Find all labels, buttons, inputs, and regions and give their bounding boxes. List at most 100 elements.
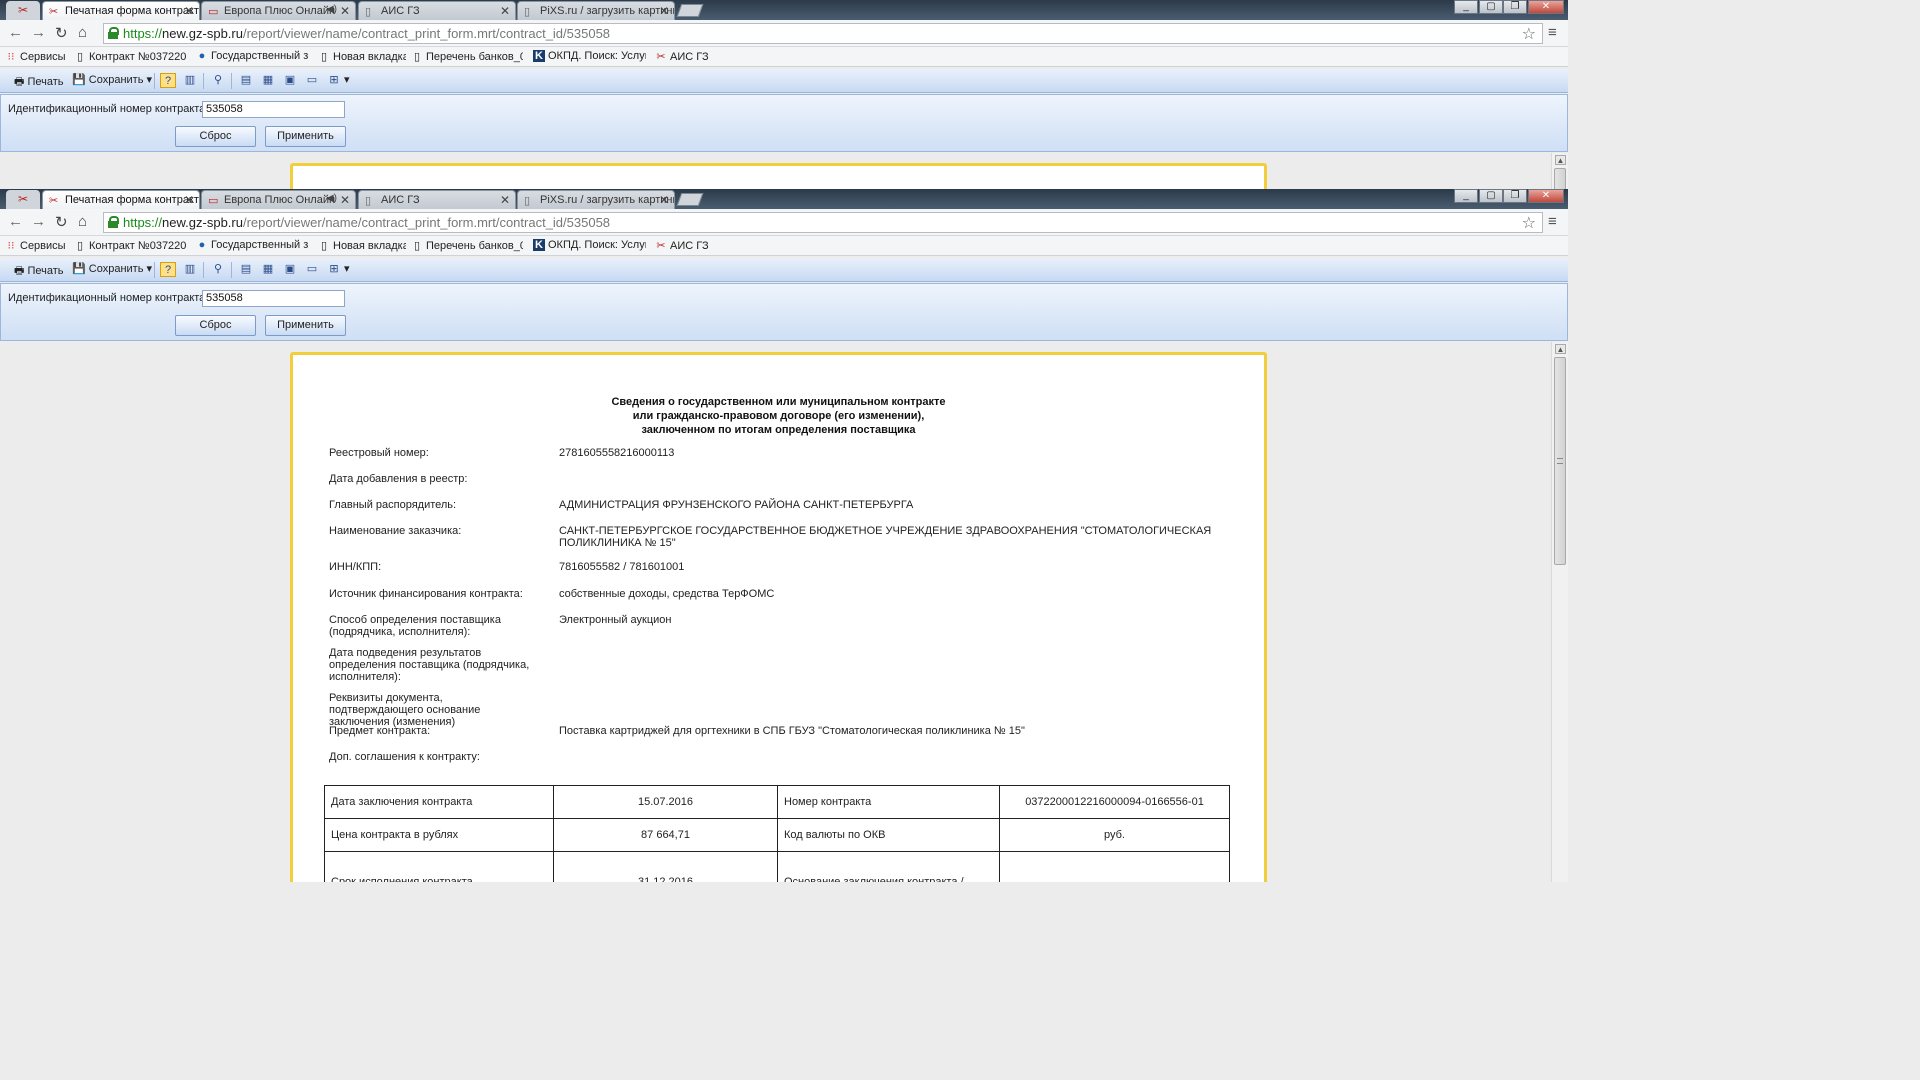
report-page xyxy=(290,163,1267,189)
bookmark-gos-zakaz[interactable]: ●Государственный заказ xyxy=(196,50,308,62)
parameters-panel: Идентификационный номер контракта 535058… xyxy=(0,283,1568,341)
multi-page-icon[interactable]: ▣ xyxy=(282,262,298,277)
user-button[interactable]: ▢ xyxy=(1479,189,1503,203)
zoom-icon[interactable]: ⊞ xyxy=(326,73,342,88)
back-icon[interactable]: ← xyxy=(8,213,23,230)
tab-europa-plus[interactable]: ▭ Европа Плюс Онлайн ◀) ✕ xyxy=(201,1,356,20)
find-icon[interactable]: ⚲ xyxy=(210,73,226,88)
menu-icon[interactable]: ≡ xyxy=(1548,24,1557,41)
bookmark-banks[interactable]: ▯ Перечень банков_01 xyxy=(411,50,523,63)
contract-id-input[interactable]: 535058 xyxy=(202,290,345,307)
close-icon[interactable]: ✕ xyxy=(659,4,669,18)
multi-page-icon[interactable]: ▣ xyxy=(282,73,298,88)
single-page-icon[interactable]: ▤ xyxy=(238,73,254,88)
bookmark-contract[interactable]: ▯Контракт №03722000 xyxy=(74,50,186,63)
maximize-button[interactable]: ❐ xyxy=(1503,189,1527,203)
user-button[interactable]: ▢ xyxy=(1479,0,1503,14)
close-icon[interactable]: ✕ xyxy=(340,4,350,18)
close-window-button[interactable]: ✕ xyxy=(1528,0,1564,14)
bookmarks-panel-icon[interactable]: ▥ xyxy=(182,73,198,88)
bookmark-services[interactable]: ⁝⁝ Сервисы xyxy=(5,50,67,63)
scroll-up-icon[interactable]: ▲ xyxy=(1555,344,1566,354)
contract-id-input[interactable]: 535058 xyxy=(202,101,345,118)
tab-pixs[interactable]: ▯ PiXS.ru / загрузить картинку ✕ xyxy=(517,1,675,20)
bookmark-contract[interactable]: ▯Контракт №03722000 xyxy=(74,239,186,252)
reset-button[interactable]: Сброс xyxy=(175,126,256,147)
page-setup-icon[interactable]: ▭ xyxy=(304,73,320,88)
contract-id-label: Идентификационный номер контракта xyxy=(8,292,206,304)
bookmark-okpd[interactable]: K ОКПД. Поиск: Услуги xyxy=(533,239,646,251)
address-bar[interactable]: https://new.gz-spb.ru/report/viewer/name… xyxy=(103,23,1543,44)
apply-button[interactable]: Применить xyxy=(265,126,346,147)
tab-europa-plus[interactable]: ▭ Европа Плюс Онлайн ◀) ✕ xyxy=(201,190,356,209)
continuous-page-icon[interactable]: ▦ xyxy=(260,73,276,88)
bookmark-services[interactable]: ⁝⁝ Сервисы xyxy=(5,239,67,252)
single-page-icon[interactable]: ▤ xyxy=(238,262,254,277)
close-icon[interactable]: ✕ xyxy=(340,193,350,207)
find-icon[interactable]: ⚲ xyxy=(210,262,226,277)
tool-icon: ✂ xyxy=(49,195,59,207)
scroll-thumb[interactable] xyxy=(1554,357,1566,565)
tab-contract-print[interactable]: ✂ Печатная форма контракта ✕ xyxy=(42,190,200,210)
save-button[interactable]: 💾 Сохранить ▾ xyxy=(72,73,152,86)
print-button[interactable]: 🖶 Печать xyxy=(14,73,64,92)
close-icon[interactable]: ✕ xyxy=(659,193,669,207)
vertical-scrollbar[interactable]: ▲ xyxy=(1551,153,1568,189)
vertical-scrollbar[interactable]: ▲ xyxy=(1551,342,1568,882)
bookmark-okpd[interactable]: K ОКПД. Поиск: Услуги xyxy=(533,50,646,62)
table-cell: Код валюты по ОКВ xyxy=(777,818,1000,852)
tab-contract-print[interactable]: ✂ Печатная форма контракта ✕ xyxy=(42,1,200,21)
apply-button[interactable]: Применить xyxy=(265,315,346,336)
parameters-icon[interactable]: ? xyxy=(160,73,176,88)
forward-icon[interactable]: → xyxy=(31,24,46,41)
tab-ais-gz[interactable]: ▯ АИС ГЗ ✕ xyxy=(358,1,516,20)
page-setup-icon[interactable]: ▭ xyxy=(304,262,320,277)
tab-pixs[interactable]: ▯ PiXS.ru / загрузить картинку ✕ xyxy=(517,190,675,209)
address-bar[interactable]: https://new.gz-spb.ru/report/viewer/name… xyxy=(103,212,1543,233)
tab-strip: ✂ ✂ Печатная форма контракта ✕ ▭ Европа Плю… xyxy=(0,0,1568,21)
reset-button[interactable]: Сброс xyxy=(175,315,256,336)
continuous-page-icon[interactable]: ▦ xyxy=(260,262,276,277)
bookmark-new-tab[interactable]: ▯ Новая вкладка xyxy=(318,239,406,252)
app-menu-icon[interactable]: ✂ xyxy=(6,1,40,20)
minimize-button[interactable]: _ xyxy=(1454,0,1478,14)
zoom-icon[interactable]: ⊞ xyxy=(326,262,342,277)
close-window-button[interactable]: ✕ xyxy=(1528,189,1564,203)
bookmark-star-icon[interactable]: ☆ xyxy=(1522,213,1536,233)
report-toolbar: 🖶 Печать 💾 Сохранить ▾ ? ▥ ⚲ ▤ ▦ ▣ ▭ ⊞ ▾ xyxy=(0,258,1568,282)
apps-grid-icon: ⁝⁝ xyxy=(7,240,15,252)
back-icon[interactable]: ← xyxy=(8,24,23,41)
close-icon[interactable]: ✕ xyxy=(184,4,194,18)
zoom-dropdown[interactable]: ▾ xyxy=(344,262,350,275)
close-icon[interactable]: ✕ xyxy=(500,193,510,207)
bookmark-star-icon[interactable]: ☆ xyxy=(1522,24,1536,44)
app-menu-icon[interactable]: ✂ xyxy=(6,190,40,209)
home-icon[interactable]: ⌂ xyxy=(78,213,87,230)
maximize-button[interactable]: ❐ xyxy=(1503,0,1527,14)
bookmark-new-tab[interactable]: ▯ Новая вкладка xyxy=(318,50,406,63)
save-button[interactable]: 💾 Сохранить ▾ xyxy=(72,262,152,275)
bookmark-gos-zakaz[interactable]: ●Государственный заказ xyxy=(196,239,308,251)
reload-icon[interactable]: ↻ xyxy=(55,24,68,42)
tab-ais-gz[interactable]: ▯ АИС ГЗ ✕ xyxy=(358,190,516,209)
page-icon: ▯ xyxy=(365,6,372,18)
close-icon[interactable]: ✕ xyxy=(184,193,194,207)
scroll-up-icon[interactable]: ▲ xyxy=(1555,155,1566,165)
bookmark-banks[interactable]: ▯ Перечень банков_01 xyxy=(411,239,523,252)
parameters-icon[interactable]: ? xyxy=(160,262,176,277)
home-icon[interactable]: ⌂ xyxy=(78,24,87,41)
forward-icon[interactable]: → xyxy=(31,213,46,230)
zoom-dropdown[interactable]: ▾ xyxy=(344,73,350,86)
print-button[interactable]: 🖶 Печать xyxy=(14,262,64,281)
new-tab-button[interactable] xyxy=(676,193,704,206)
bookmark-ais-gz[interactable]: ✂ АИС ГЗ xyxy=(655,239,725,252)
toolbar-separator xyxy=(203,262,204,278)
menu-icon[interactable]: ≡ xyxy=(1548,213,1557,230)
minimize-button[interactable]: _ xyxy=(1454,189,1478,203)
new-tab-button[interactable] xyxy=(676,4,704,17)
scroll-thumb[interactable] xyxy=(1554,168,1566,189)
close-icon[interactable]: ✕ xyxy=(500,4,510,18)
reload-icon[interactable]: ↻ xyxy=(55,213,68,231)
bookmarks-panel-icon[interactable]: ▥ xyxy=(182,262,198,277)
bookmark-ais-gz[interactable]: ✂ АИС ГЗ xyxy=(655,50,725,63)
